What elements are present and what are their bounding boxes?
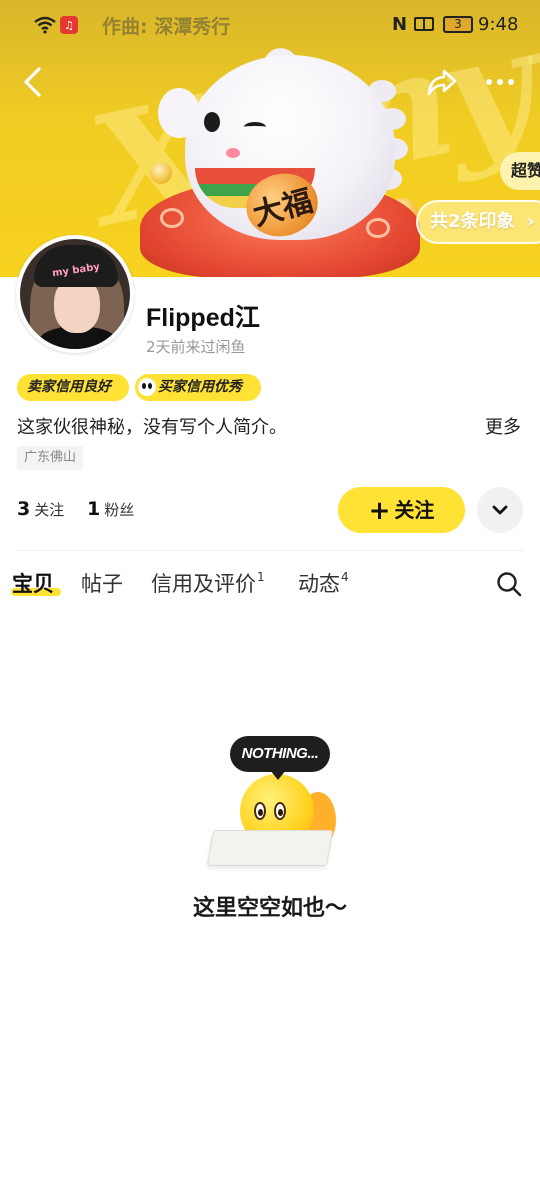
last-seen-text: 2天前来过闲鱼 xyxy=(146,338,246,356)
followers-label: 粉丝 xyxy=(104,501,135,519)
super-like-chip[interactable]: 超赞 xyxy=(500,152,540,190)
tab-posts[interactable]: 帖子 xyxy=(81,568,123,598)
followers-count: 1 xyxy=(87,498,101,520)
mascot-wink xyxy=(244,122,266,132)
impressions-label: 共2条印象 xyxy=(430,211,515,232)
nfc-icon: N xyxy=(392,14,408,35)
music-app-icon: ♫ xyxy=(60,16,78,34)
bio-text: 这家伙很神秘，没有写个人简介。 xyxy=(17,417,287,438)
avatar-hat: my baby xyxy=(34,245,118,287)
empty-state-illustration: NOTHING... xyxy=(200,730,350,880)
tab-label: 信用及评价 xyxy=(151,572,256,596)
tab-credit-reviews[interactable]: 信用及评价1 xyxy=(151,568,265,598)
dropdown-button[interactable] xyxy=(477,487,523,533)
buyer-credit-badge[interactable]: 买家信用优秀 xyxy=(135,374,261,401)
chevron-right-icon: › xyxy=(526,211,535,232)
clock: 9:48 xyxy=(478,14,519,35)
fish-eye xyxy=(254,802,266,820)
chevron-down-icon xyxy=(492,505,508,515)
vibrate-icon xyxy=(414,17,434,31)
following-label: 关注 xyxy=(34,501,65,519)
buyer-badge-face-icon xyxy=(138,378,156,396)
buyer-credit-label: 买家信用优秀 xyxy=(158,379,242,395)
nothing-speech-bubble: NOTHING... xyxy=(230,736,330,780)
wifi-icon xyxy=(34,16,56,34)
gold-coin xyxy=(150,162,172,184)
back-arrow-icon[interactable] xyxy=(18,66,50,98)
following-stat[interactable]: 3 关注 xyxy=(17,498,64,520)
search-icon[interactable] xyxy=(496,571,522,597)
follow-stats: 3 关注 1 粉丝 xyxy=(17,498,152,520)
location-tag: 广东佛山 xyxy=(17,446,84,470)
tab-label: 宝贝 xyxy=(12,572,54,596)
tab-items[interactable]: 宝贝 xyxy=(12,568,54,598)
bio-more-link[interactable]: 更多 xyxy=(485,413,521,439)
avatar[interactable]: my baby xyxy=(16,235,134,353)
followers-stat[interactable]: 1 粉丝 xyxy=(87,498,134,520)
tab-count: 4 xyxy=(341,570,349,584)
share-icon[interactable] xyxy=(426,66,458,98)
status-bar: ♫ 作曲: 深潭秀行 N 3 9:48 xyxy=(0,8,540,46)
plus-icon: + xyxy=(368,496,391,526)
fish-eye xyxy=(274,802,286,820)
username: Flipped江 xyxy=(146,304,260,332)
battery-icon: 3 xyxy=(443,16,473,33)
mascot-eye xyxy=(204,112,220,132)
more-icon[interactable] xyxy=(484,70,516,94)
follow-label: 关注 xyxy=(394,498,435,522)
mascot-nose xyxy=(226,148,240,158)
follow-button[interactable]: + 关注 xyxy=(338,487,465,533)
following-count: 3 xyxy=(17,498,31,520)
avatar-hat-text: my baby xyxy=(51,261,101,280)
mascot-raised-paw xyxy=(158,88,200,138)
tab-label: 帖子 xyxy=(81,572,123,596)
empty-state-text: 这里空空如也～ xyxy=(192,896,347,921)
now-playing-text: 作曲: 深潭秀行 xyxy=(102,16,231,38)
seller-credit-badge[interactable]: 卖家信用良好 xyxy=(17,374,129,401)
tab-count: 1 xyxy=(257,570,265,584)
empty-box xyxy=(206,830,334,866)
tab-activity[interactable]: 动态4 xyxy=(298,568,349,598)
impressions-chip[interactable]: 共2条印象 › xyxy=(416,200,540,244)
tab-label: 动态 xyxy=(298,572,340,596)
divider xyxy=(17,550,523,551)
